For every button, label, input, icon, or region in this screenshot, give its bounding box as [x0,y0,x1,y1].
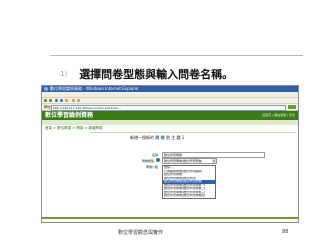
home-icon[interactable] [65,99,68,102]
crumb-bar [42,120,298,125]
chevron-down-icon[interactable]: ▾ [212,159,216,163]
go-button[interactable] [288,105,296,109]
instruction-text: 選擇問卷型態與輸入問卷名稱。 [79,68,234,81]
step-number: 1) [60,70,68,78]
type-select[interactable]: 數位學習問卷(數位學習問卷) ▾ [162,158,217,164]
address-label: 網址 [44,105,51,109]
banner-links[interactable]: 回首頁 | 網站導覽 | 登出 [262,111,295,120]
panel-title-suffix: 到 主 題 1 [165,135,185,140]
slide-top-rule [50,55,303,56]
name-label: 名稱 [151,153,158,157]
type-select-value: 數位學習問卷(數位學習問卷) [164,159,203,163]
help-icon[interactable] [156,158,160,162]
ie-logo-icon [44,87,48,91]
type-dropdown-list: 選擇... 行為觀察問卷(數位學習觀察) 數位學習問卷 數位學習問卷(數位學習)… [162,165,216,199]
search-icon[interactable] [72,99,75,102]
slide-heading: 1) 選擇問卷型態與輸入問卷名稱。 [60,63,300,81]
stop-icon[interactable] [55,99,58,102]
panel-title-prefix: 新增一個新的 [130,135,154,140]
type-label: 問卷類型 [141,159,154,163]
intro-label: 問卷介紹 [145,165,158,169]
page-bottom-bar [42,217,298,219]
forward-icon[interactable] [49,99,52,102]
form-panel: 新增一個新的 問 卷 到 主 題 1 [90,132,296,143]
dropdown-option[interactable]: 數位學習問卷(數位學習問卷四) [163,194,215,198]
browser-screenshot: 數位學習論例資務 - Windows Internet Explorer 檔案 … [41,85,299,223]
slide-footer: 數位學習觀念與實作 [118,230,164,236]
panel-title-highlight: 問 卷 [155,135,165,140]
site-title: 數位學習論例資務 [45,112,94,119]
site-banner: 數位學習論例資務 回首頁 | 網站導覽 | 登出 [42,111,298,120]
refresh-icon[interactable] [60,99,63,102]
back-icon[interactable] [44,99,47,102]
breadcrumb[interactable]: 首頁 > 數位學習 > 問卷 > 新增問卷 [45,126,102,131]
favorites-icon[interactable] [77,99,80,102]
panel-title: 新增一個新的 問 卷 到 主 題 1 [130,134,184,141]
page-number: 88 [282,229,289,235]
address-bar: 網址 http://140.117.120.45/learn/index.php… [42,104,298,111]
